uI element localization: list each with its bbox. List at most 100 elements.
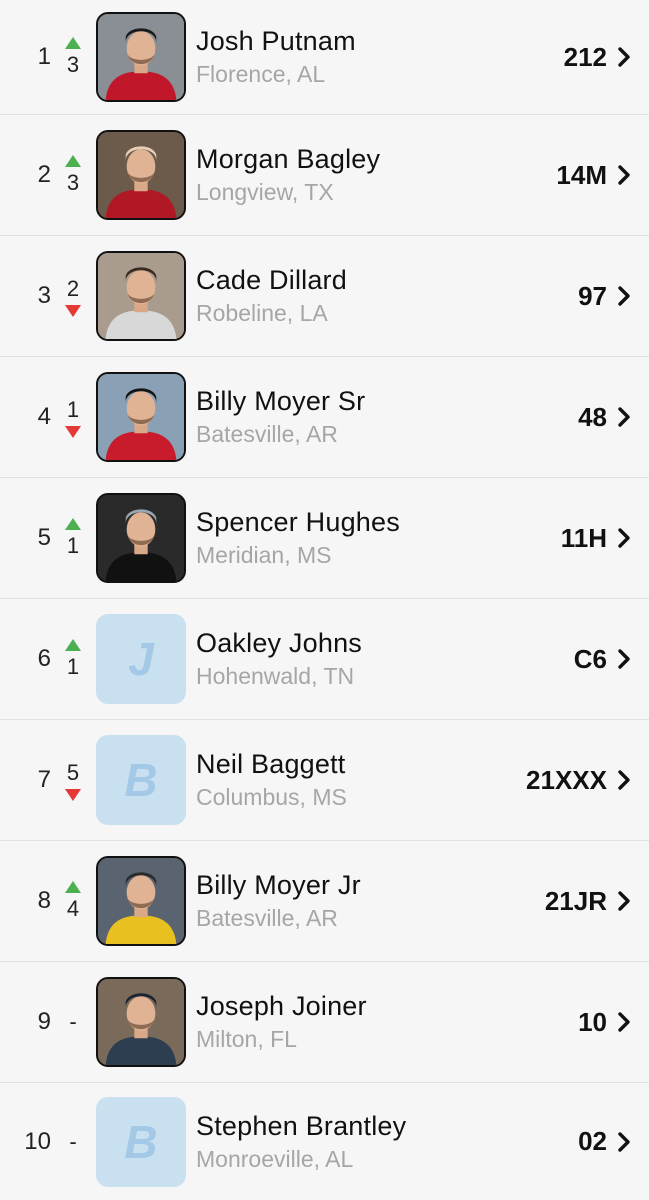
arrow-down-icon [65, 425, 81, 438]
position-number: 5 [37, 524, 51, 551]
car-number: 02 [578, 1126, 607, 1156]
position-change-value: 4 [66, 895, 80, 921]
driver-row[interactable]: 23 Morgan Bagley Longview, TX 14M [0, 115, 649, 236]
driver-row[interactable]: 41 Billy Moyer Sr Batesville, AR 48 [0, 357, 649, 478]
driver-hometown: Columbus, MS [196, 784, 347, 810]
car-number: 48 [578, 401, 607, 432]
chevron-right-icon[interactable] [613, 769, 635, 791]
driver-portrait-icon [98, 14, 184, 100]
chevron-right-icon[interactable] [613, 46, 635, 68]
chevron-right-icon[interactable] [613, 648, 635, 670]
driver-row[interactable]: 84 Billy Moyer Jr Batesville, AR 21JR [0, 841, 649, 962]
position-change: - [56, 1112, 90, 1172]
position-change: 2 [56, 266, 90, 326]
driver-info: Neil Baggett Columbus, MS [186, 747, 526, 813]
arrow-up-icon [65, 880, 81, 893]
driver-info: Billy Moyer Jr Batesville, AR [186, 868, 545, 934]
car-number: 14M [556, 159, 607, 190]
position-change: 5 [56, 750, 90, 810]
chevron-right-icon[interactable] [613, 285, 635, 307]
arrow-up-icon [65, 154, 81, 167]
car-number: 212 [563, 41, 607, 72]
car-number: 10 [578, 1006, 607, 1037]
driver-info: Billy Moyer Sr Batesville, AR [186, 384, 578, 450]
arrow-up-icon [65, 638, 81, 651]
chevron-right-icon[interactable] [613, 164, 635, 186]
driver-portrait-icon [98, 374, 184, 460]
chevron-right-icon[interactable] [613, 406, 635, 428]
arrow-down-icon [65, 788, 81, 801]
arrow-up-icon [65, 517, 81, 530]
position-change-value: 2 [66, 275, 80, 301]
driver-info: Joseph Joiner Milton, FL [186, 989, 578, 1055]
driver-row[interactable]: 6 1 J Oakley Johns Hohenwald, TN C6 [0, 599, 649, 720]
driver-hometown: Milton, FL [196, 1026, 297, 1052]
driver-info: Oakley Johns Hohenwald, TN [186, 626, 574, 692]
driver-info: Stephen Brantley Monroeville, AL [186, 1109, 578, 1175]
avatar-initial: B [124, 1115, 158, 1168]
position-number: 3 [37, 282, 51, 309]
chevron-right-icon[interactable] [613, 1011, 635, 1033]
driver-name: Neil Baggett [196, 749, 346, 779]
position-change-value: - [69, 1128, 77, 1154]
position-change: 3 [56, 27, 90, 87]
arrow-down-icon [65, 304, 81, 317]
driver-info: Morgan Bagley Longview, TX [186, 142, 556, 208]
driver-row[interactable]: 51 Spencer Hughes Meridian, MS 11H [0, 478, 649, 599]
driver-photo [96, 251, 186, 341]
driver-photo [96, 372, 186, 462]
driver-row[interactable]: 10- B Stephen Brantley Monroeville, AL 02 [0, 1083, 649, 1200]
position-change: 4 [56, 871, 90, 931]
driver-hometown: Hohenwald, TN [196, 663, 355, 689]
driver-row[interactable]: 9- Joseph Joiner Milton, FL 10 [0, 962, 649, 1083]
chevron-right-icon[interactable] [613, 1131, 635, 1153]
car-number: 97 [578, 280, 607, 311]
driver-name: Morgan Bagley [196, 144, 381, 174]
position-number: 2 [37, 161, 51, 188]
driver-info: Spencer Hughes Meridian, MS [186, 505, 561, 571]
driver-name: Oakley Johns [196, 628, 362, 658]
driver-photo [96, 977, 186, 1067]
driver-portrait-icon [98, 253, 184, 339]
arrow-up-icon [65, 36, 81, 49]
position-number: 1 [37, 43, 51, 70]
driver-portrait-icon [98, 495, 184, 581]
driver-name: Cade Dillard [196, 265, 347, 295]
driver-row[interactable]: 32 Cade Dillard Robeline, LA 97 [0, 236, 649, 357]
driver-hometown: Robeline, LA [196, 300, 328, 326]
car-number: 21JR [544, 885, 607, 916]
position-change-value: 5 [66, 759, 80, 785]
driver-hometown: Longview, TX [196, 179, 334, 205]
avatar-initial: J [128, 633, 154, 685]
position-change: 1 [56, 508, 90, 568]
position-change: 1 [56, 629, 90, 689]
driver-hometown: Florence, AL [196, 61, 326, 87]
driver-info: Cade Dillard Robeline, LA [186, 263, 578, 329]
chevron-right-icon[interactable] [613, 527, 635, 549]
position-change-value: 3 [66, 51, 80, 77]
driver-name: Spencer Hughes [196, 507, 400, 537]
driver-hometown: Batesville, AR [196, 421, 338, 447]
car-number: C6 [573, 643, 607, 674]
driver-photo [96, 130, 186, 220]
position-number: 9 [37, 1008, 51, 1035]
position-change-value: 1 [66, 532, 80, 558]
driver-hometown: Monroeville, AL [196, 1145, 354, 1172]
avatar-placeholder: B [96, 735, 186, 825]
driver-row[interactable]: 13 Josh Putnam Florence, AL 212 [0, 0, 649, 115]
position-change-value: 1 [66, 653, 80, 679]
position-number: 4 [37, 403, 51, 430]
car-number: 11H [560, 522, 607, 553]
driver-name: Josh Putnam [196, 26, 356, 56]
driver-name: Billy Moyer Sr [196, 386, 366, 416]
position-number: 8 [37, 887, 51, 914]
position-change: - [56, 992, 90, 1052]
car-number: 21XXX [526, 764, 607, 795]
driver-row[interactable]: 7 5 B Neil Baggett Columbus, MS 21XXX [0, 720, 649, 841]
avatar-initial: B [124, 754, 158, 806]
driver-photo [96, 12, 186, 102]
position-change: 3 [56, 145, 90, 205]
driver-name: Billy Moyer Jr [196, 870, 361, 900]
chevron-right-icon[interactable] [613, 890, 635, 912]
driver-name: Stephen Brantley [196, 1110, 407, 1141]
